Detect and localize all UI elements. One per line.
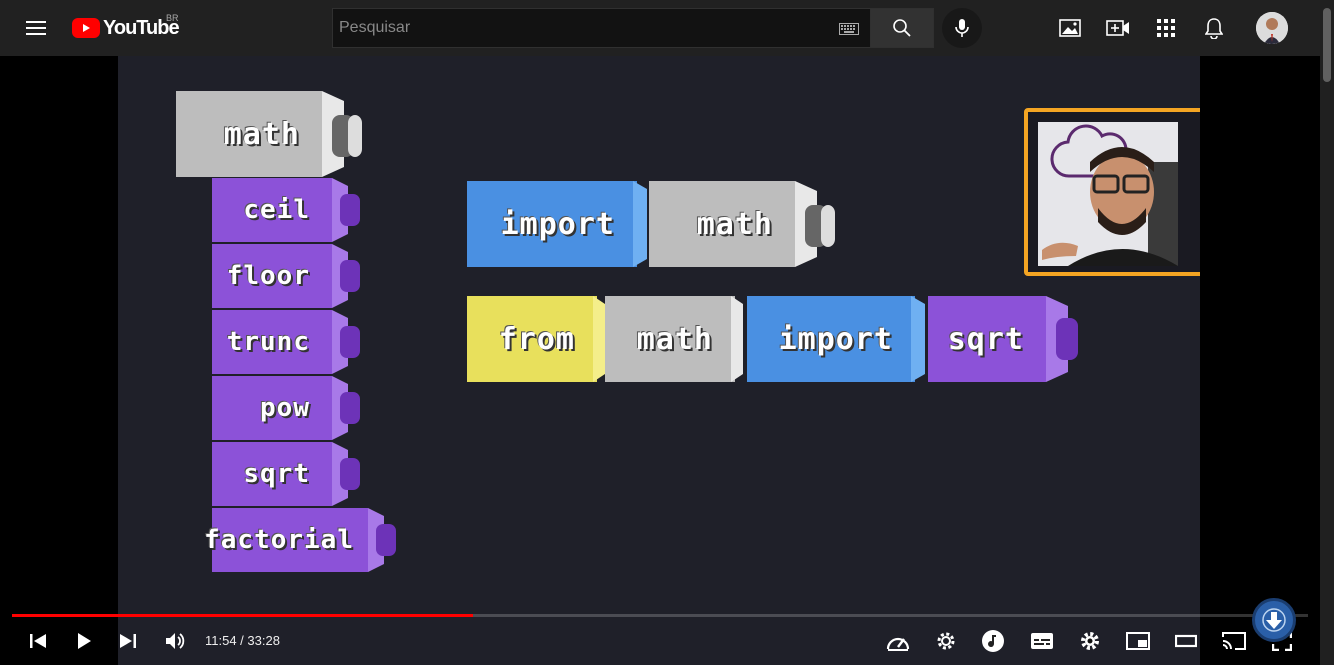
block-label: trunc [212, 310, 332, 374]
keyboard-icon[interactable] [839, 23, 859, 35]
search-box [332, 8, 871, 48]
block-factorial: factorial [204, 508, 398, 572]
block-floor: floor [212, 244, 362, 308]
block-label: floor [212, 244, 332, 308]
previous-icon [30, 634, 46, 648]
block-import: import [747, 296, 931, 382]
block-from: from [467, 296, 607, 382]
block-import: import [467, 181, 651, 267]
apps-button[interactable] [1154, 16, 1178, 40]
scrollbar-thumb[interactable] [1323, 8, 1331, 82]
quality-button[interactable] [928, 626, 964, 656]
play-icon [78, 633, 91, 649]
theater-mode-button[interactable] [1168, 626, 1204, 656]
subtitles-button[interactable] [1024, 626, 1060, 656]
search-input[interactable] [333, 9, 828, 47]
block-label: ceil [212, 178, 332, 242]
settings-button[interactable] [1072, 626, 1108, 656]
music-note-icon [982, 630, 1004, 652]
block-ceil: ceil [212, 178, 362, 242]
block-math: math [649, 181, 839, 267]
block-label: import [747, 296, 915, 382]
mute-button[interactable] [157, 626, 193, 656]
volume-icon [166, 633, 185, 649]
voice-search-button[interactable] [942, 8, 982, 48]
progress-played [12, 614, 474, 617]
play-button[interactable] [66, 626, 102, 656]
menu-icon [26, 21, 46, 35]
block-sqrt: sqrt [212, 442, 362, 506]
download-arrow-icon [1262, 608, 1286, 632]
block-label: sqrt [212, 442, 332, 506]
presenter-image [1038, 122, 1178, 266]
settings-gear-icon [937, 632, 955, 650]
block-label: sqrt [928, 296, 1046, 382]
playback-speed-button[interactable] [880, 626, 916, 656]
subtitles-icon [1031, 633, 1053, 649]
video-player[interactable]: math ceil floor trunc pow sqrt factorial… [0, 56, 1320, 665]
mic-icon [955, 19, 969, 37]
video-frame[interactable]: math ceil floor trunc pow sqrt factorial… [118, 56, 1200, 665]
youtube-play-logo-icon [72, 18, 100, 38]
theater-mode-icon [1175, 634, 1197, 648]
masthead: YouTube BR [0, 0, 1320, 56]
search-icon [893, 19, 911, 37]
miniplayer-button[interactable] [1120, 626, 1156, 656]
block-label: from [467, 296, 597, 382]
block-trunc: trunc [212, 310, 362, 374]
progress-bar[interactable] [12, 614, 1308, 617]
menu-button[interactable] [16, 10, 56, 46]
create-video-icon [1106, 20, 1129, 36]
block-math: math [605, 296, 749, 382]
image-icon [1059, 19, 1081, 37]
block-label: import [467, 181, 637, 267]
notifications-icon [1205, 18, 1223, 39]
block-label: pow [212, 376, 332, 440]
block-sqrt: sqrt [928, 296, 1080, 382]
block-label: math [176, 91, 322, 177]
youtube-logo[interactable]: YouTube [72, 16, 180, 40]
block-pow: pow [212, 376, 362, 440]
previous-button[interactable] [20, 626, 56, 656]
speedometer-icon [886, 637, 910, 651]
block-math-header: math [176, 91, 362, 177]
block-label: factorial [204, 508, 368, 572]
image-button[interactable] [1058, 16, 1082, 40]
next-icon [120, 634, 136, 648]
notifications-button[interactable] [1202, 16, 1226, 40]
miniplayer-icon [1126, 632, 1150, 650]
download-overlay-button[interactable] [1252, 598, 1296, 642]
music-button[interactable] [975, 626, 1011, 656]
next-button[interactable] [110, 626, 146, 656]
block-label: math [605, 296, 735, 382]
create-button[interactable] [1106, 16, 1130, 40]
cast-button[interactable] [1216, 626, 1252, 656]
block-label: math [649, 181, 795, 267]
cast-icon [1222, 632, 1246, 650]
country-code: BR [166, 13, 179, 23]
gear-icon [1081, 632, 1099, 650]
apps-icon [1157, 19, 1175, 37]
avatar[interactable] [1256, 12, 1288, 44]
webcam-overlay [1024, 108, 1200, 276]
time-display: 11:54 / 33:28 [205, 633, 280, 648]
search-button[interactable] [870, 8, 934, 48]
page-scrollbar[interactable] [1320, 0, 1334, 665]
